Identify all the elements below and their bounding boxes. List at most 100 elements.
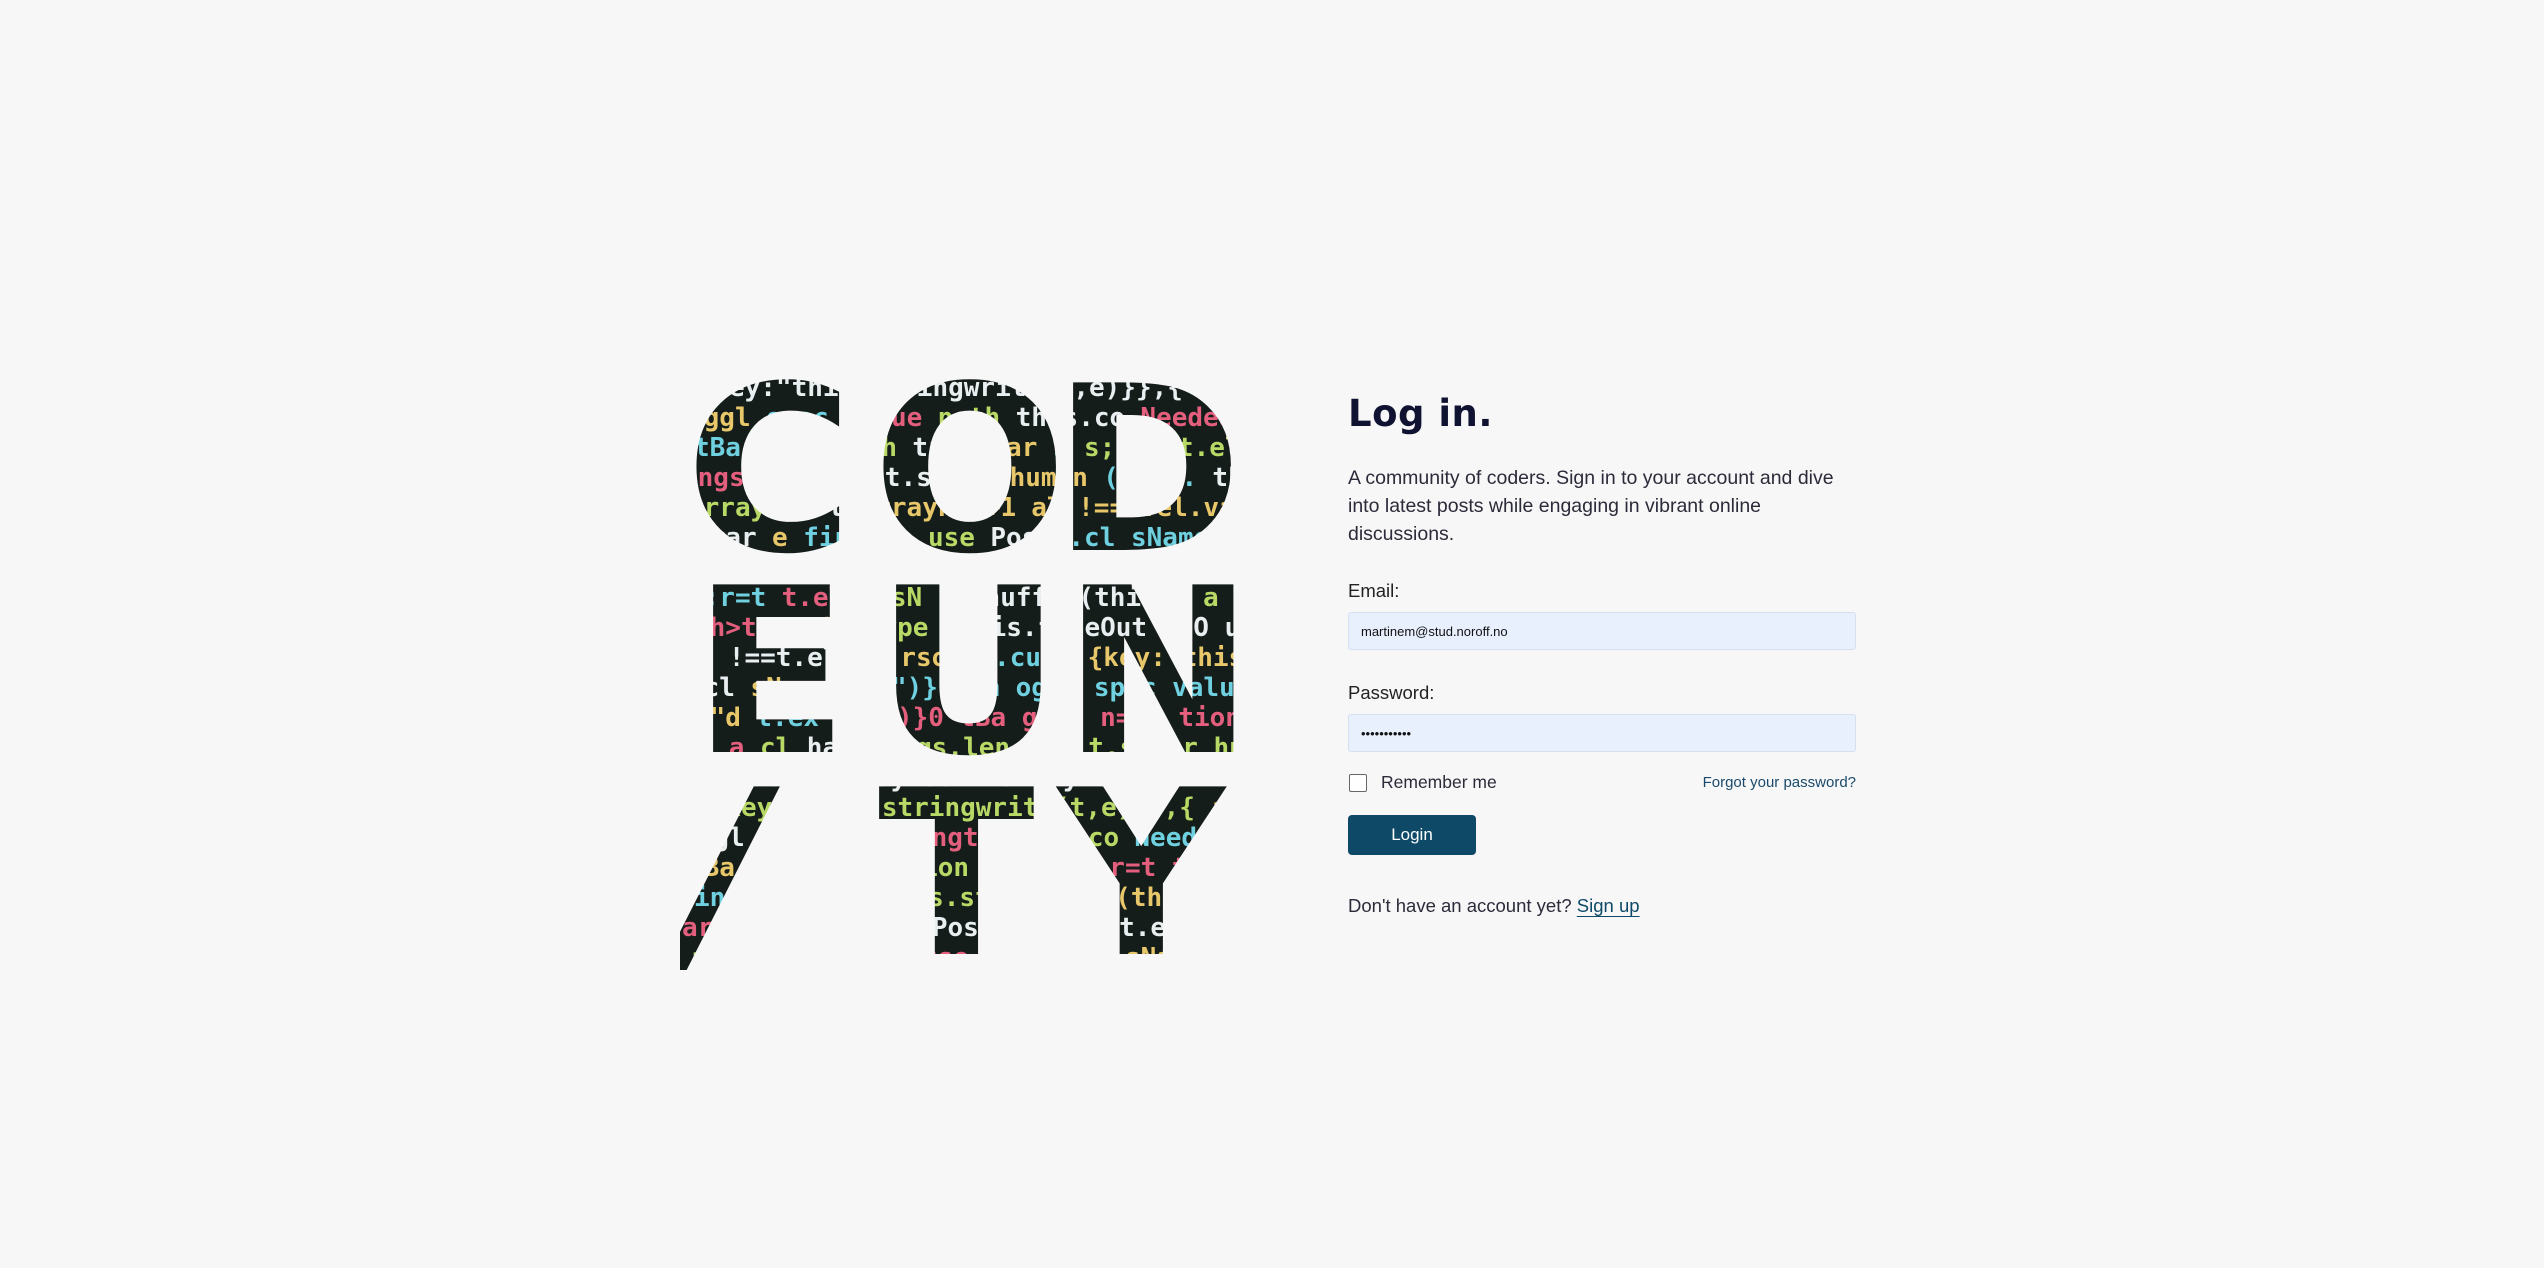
- code-token: sName: [750, 673, 828, 703]
- options-row: Remember me Forgot your password?: [1348, 772, 1856, 793]
- signup-prompt: Don't have an account yet?: [1348, 895, 1572, 917]
- code-token: use: [928, 523, 975, 553]
- code-token: ,{key:"this.stringwrite(t,e)}},{: [1072, 643, 1240, 673]
- code-token: cl: [760, 733, 791, 763]
- code-token: al !==t.el.va rsor s.cur: [1025, 913, 1240, 943]
- code-token: arrayPos+1: [854, 913, 1011, 943]
- code-token: oggl: [682, 823, 745, 853]
- code-token: ["d: [694, 703, 741, 733]
- code-token: tion: [912, 433, 975, 463]
- remember-label[interactable]: Remember me: [1381, 772, 1497, 793]
- code-token: ult")},fun: [844, 673, 1001, 703]
- code-token: ings.len var t.s.str human (this.: [885, 733, 1240, 763]
- code-token: n=th: [828, 853, 891, 883]
- login-button[interactable]: Login: [1348, 815, 1476, 856]
- code-token: t: [828, 493, 844, 523]
- code-token: arrayPos: [682, 913, 807, 943]
- code-token: assN: [860, 583, 923, 613]
- code-token: !==t.el.va: [729, 643, 886, 673]
- code-token: value: [838, 823, 916, 853]
- code-token: ;var e fin :0; use Pos=: [1209, 793, 1240, 823]
- code-token: Needed e:function rsor.s.ani: [1134, 823, 1240, 853]
- code-token: tBa g(!s n=th tion var s: [959, 703, 1240, 733]
- intro-text: A community of coders. Sign in to your a…: [1348, 467, 1834, 546]
- code-token: use: [922, 943, 969, 970]
- code-token: ,{key:"this.stringwrite(t,e)}},{: [694, 793, 1195, 823]
- code-token: ["d t.ex ion")}0: [1134, 553, 1240, 583]
- code-token: n=th: [834, 433, 897, 463]
- code-token: this.co: [1016, 403, 1126, 433]
- remember-checkbox[interactable]: [1349, 773, 1367, 792]
- code-token: tion: [906, 853, 969, 883]
- code-token: s)O: [688, 763, 735, 793]
- code-token: Needed e:function rsor.s.ani: [1140, 403, 1240, 433]
- password-label: Password:: [1348, 682, 1435, 704]
- code-token: :0;: [866, 523, 913, 553]
- code-token: rsor.s.ani: [963, 553, 1120, 583]
- code-token: e:function: [791, 553, 948, 583]
- code-token: var: [984, 853, 1031, 883]
- code-token: .cl sName ult")},fun: [1062, 943, 1240, 970]
- code-token: tBa: [694, 433, 741, 463]
- code-token: s: [1047, 853, 1063, 883]
- signup-link[interactable]: Sign up: [1577, 895, 1640, 916]
- code-token: t.ex: [756, 703, 819, 733]
- code-token: Pos=: [984, 943, 1047, 970]
- code-token: g(!s: [756, 433, 819, 463]
- code-token: s?t.type: [803, 613, 928, 643]
- code-token: ion")}0: [834, 703, 944, 733]
- page-title: Log in.: [1348, 392, 1493, 435]
- code-token: human: [1010, 463, 1088, 493]
- code-token: arrayPos: [688, 493, 813, 523]
- code-token: s;r=t: [688, 583, 766, 613]
- password-field[interactable]: [1348, 714, 1856, 753]
- code-token: :0;: [860, 943, 907, 970]
- code-token: spac: [766, 403, 829, 433]
- code-token: oggl spac value ngth this.co: [1016, 673, 1240, 703]
- code-token: var: [990, 433, 1037, 463]
- code-token: value: [844, 403, 922, 433]
- code-token: arrayPos+1: [860, 493, 1017, 523]
- code-token: Needed: [682, 553, 776, 583]
- code-token: ,{key:"this.stringwrite(t,e)}},{: [682, 373, 1183, 403]
- code-token: s;r=t t.el assN s.shuffle(thi: [1078, 853, 1240, 883]
- code-token: .cl sName ult")},fun: [1068, 523, 1240, 553]
- code-token: (": [682, 733, 713, 763]
- code-token: +this.fadeOut: [944, 613, 1148, 643]
- signup-row: Don't have an account yet? Sign up: [1348, 895, 1858, 917]
- code-token: (this.: [1115, 883, 1209, 913]
- code-token: fin: [797, 943, 844, 970]
- code-token: ;var: [694, 523, 757, 553]
- code-token: ngth: [932, 823, 995, 853]
- code-token: e: [772, 523, 788, 553]
- code-token: oggl: [688, 403, 751, 433]
- code-token: hasO: [807, 733, 870, 763]
- code-token: Pos=: [990, 523, 1053, 553]
- code-token: th>t.a s?t.type +this.fadeOut: [1224, 883, 1240, 913]
- email-label: Email:: [1348, 580, 1400, 602]
- code-token: t: [822, 913, 838, 943]
- code-token: (" a cl hasO: [1156, 583, 1240, 613]
- code-token: ;var: [688, 943, 751, 970]
- code-token: fin: [803, 523, 850, 553]
- forgot-password-link[interactable]: Forgot your password?: [1703, 774, 1856, 791]
- login-page: C O D E U N / T Y ,{key:"this.stringwrit…: [0, 0, 2544, 1268]
- email-field[interactable]: [1348, 612, 1856, 651]
- code-token: ngth: [938, 403, 1001, 433]
- code-token: t.s.str: [897, 883, 1007, 913]
- code-token: a: [729, 733, 745, 763]
- code-token: al !==t.el.va rsor s.cur: [1031, 493, 1240, 523]
- logo-code-texture: ,{key:"this.stringwrite(t,e)}},{ ;var e f…: [680, 370, 1240, 970]
- code-token: ue"i: [750, 763, 813, 793]
- code-token: th>t.a s?t.type +this.fadeOut: [1212, 463, 1240, 493]
- code-token: var: [834, 883, 881, 913]
- code-token: rsor: [900, 643, 963, 673]
- code-token: al: [682, 643, 713, 673]
- code-token: s.cur: [978, 643, 1056, 673]
- code-token: ;var e fin :0; use Pos=: [1197, 373, 1240, 403]
- code-token: s;r=t t.el assN s.shuffle(thi: [1084, 433, 1240, 463]
- code-token: g(!s: [750, 853, 813, 883]
- code-token: e: [766, 943, 782, 970]
- code-token: .cl: [688, 673, 735, 703]
- code-token: t.s.str: [885, 463, 995, 493]
